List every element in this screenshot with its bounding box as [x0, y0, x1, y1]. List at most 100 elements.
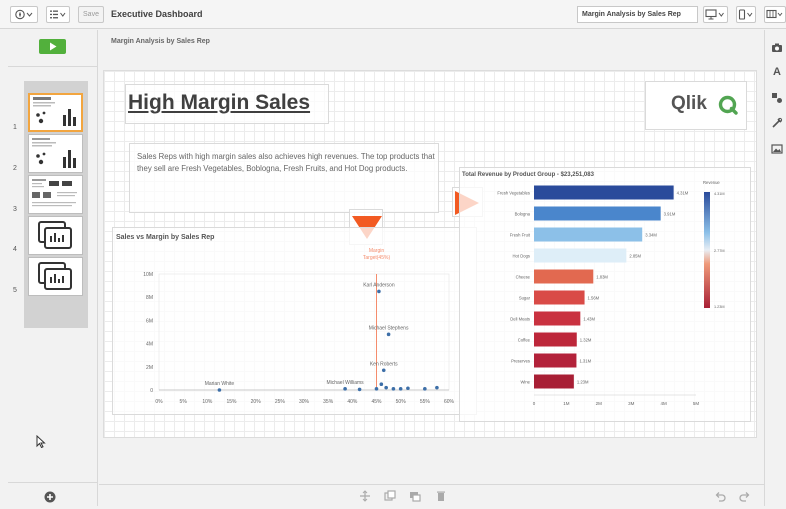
copy-icon[interactable]	[409, 490, 421, 502]
point-label: Ken Roberts	[370, 361, 398, 367]
sheet-thumbnail-2[interactable]	[28, 134, 83, 173]
scatter-chart: 0 2M 4M 6M 8M 10M 0% 5% 10% 15% 20% 25% 30% 35% 40% 45%…	[143, 248, 455, 405]
legend-label: 4.31M	[714, 192, 725, 196]
bar-category-label: Fresh Vegetables	[497, 191, 530, 196]
sheet-thumbnail-4[interactable]	[28, 216, 83, 255]
image-icon[interactable]	[771, 143, 783, 155]
sheet-heading: High Margin Sales	[128, 91, 311, 114]
qlik-logo-icon	[718, 95, 738, 115]
bar-category-label: Bologna	[515, 212, 531, 217]
sheet-number: 3	[13, 206, 17, 213]
scatter-point	[357, 387, 362, 392]
add-sheet-button[interactable]	[43, 490, 57, 504]
sheet-thumbnail-preview	[32, 179, 77, 207]
display-options-button[interactable]	[764, 6, 786, 23]
tools-icon[interactable]	[771, 117, 783, 129]
revenue-bar	[534, 332, 577, 347]
list-menu-button[interactable]	[46, 6, 70, 23]
screen-icon	[704, 9, 724, 20]
point-label: Michael Stephens	[369, 325, 409, 331]
bar-category-label: Deli Meats	[510, 317, 530, 322]
point-label: Karl Anderson	[363, 282, 395, 288]
bar-value-label: 4.31M	[677, 191, 689, 196]
title-text-object[interactable]: High Margin Sales	[125, 84, 329, 124]
point-label: Michael Williams	[326, 380, 364, 386]
sheet-placeholder-icon	[38, 221, 72, 249]
scatter-point	[379, 382, 384, 386]
logo-image-object[interactable]: Qlik	[645, 81, 747, 130]
x-tick-label: 5M	[693, 401, 700, 406]
x-tick-label: 40%	[347, 399, 358, 405]
sheet-canvas: High Margin Sales Qlik Sales Reps with h…	[103, 70, 757, 438]
revenue-bar	[534, 353, 577, 368]
x-tick-label: 35%	[323, 399, 334, 405]
device-preview-button[interactable]	[736, 6, 756, 23]
bottom-toolbar	[99, 484, 764, 506]
bar-chart: Fresh Vegetables 4.31M Bologna 3.91M Fresh F…	[497, 180, 725, 406]
x-tick-label: 15%	[226, 399, 237, 405]
bar-value-label: 1.23M	[577, 380, 589, 385]
legend-label: 1.23M	[714, 305, 725, 309]
list-icon	[50, 10, 66, 19]
plus-circle-icon	[44, 491, 56, 503]
sheet-thumbnail-1[interactable]	[28, 93, 83, 132]
scatter-point	[386, 332, 391, 337]
grid-display-icon	[766, 9, 783, 19]
bar-value-label: 3.34M	[645, 233, 657, 238]
sheet-thumbnail-preview	[33, 97, 76, 126]
redo-icon[interactable]	[739, 490, 751, 502]
move-icon[interactable]	[359, 490, 371, 502]
app-title: Executive Dashboard	[111, 9, 203, 19]
legend-label: 2.77M	[714, 249, 725, 253]
save-button[interactable]: Save	[78, 6, 104, 23]
bar-chart-object[interactable]: Total Revenue by Product Group - $23,251…	[459, 167, 751, 422]
sheet-placeholder-icon	[38, 262, 72, 290]
scatter-point	[406, 386, 410, 391]
play-icon	[49, 42, 56, 51]
revenue-bar	[534, 269, 594, 284]
x-tick-label: 55%	[420, 399, 431, 405]
divider	[8, 482, 97, 483]
x-tick-label: 4M	[660, 401, 667, 406]
present-play-button[interactable]	[39, 39, 66, 54]
revenue-bar	[534, 311, 581, 326]
x-tick-label: 25%	[275, 399, 286, 405]
present-mode-button[interactable]	[703, 6, 728, 23]
text-tool-icon[interactable]: A	[771, 66, 783, 78]
x-tick-label: 0%	[155, 399, 163, 405]
x-tick-label: 3M	[628, 401, 635, 406]
legend-title: Revenue	[703, 180, 720, 185]
mouse-pointer-icon	[36, 434, 46, 453]
bar-value-label: 3.91M	[664, 212, 676, 217]
shapes-icon[interactable]	[771, 92, 783, 104]
scatter-chart-object[interactable]: Sales vs Margin by Sales Rep 0 2M 4M 6M 8M 10…	[112, 227, 477, 415]
scatter-point	[381, 368, 386, 373]
bar-category-label: Wine	[520, 380, 530, 385]
y-tick-label: 0	[150, 388, 153, 394]
y-tick-label: 2M	[146, 365, 153, 371]
navigation-menu-button[interactable]	[10, 6, 38, 23]
bar-value-label: 2.85M	[629, 254, 641, 259]
bar-value-label: 1.56M	[588, 296, 600, 301]
legend-color-scale	[704, 192, 710, 308]
x-tick-label: 20%	[251, 399, 262, 405]
description-text-object[interactable]: Sales Reps with high margin sales also a…	[129, 143, 439, 213]
margin-target-label: Target(45%)	[363, 255, 391, 261]
duplicate-icon[interactable]	[384, 490, 396, 502]
x-tick-label: 2M	[596, 401, 603, 406]
x-tick-label: 5%	[180, 399, 188, 405]
scatter-point	[343, 387, 347, 391]
sheet-thumbnail-3[interactable]	[28, 175, 83, 214]
compass-icon	[15, 9, 33, 20]
scatter-point	[435, 385, 439, 390]
delete-icon[interactable]	[435, 490, 447, 502]
sheet-thumbnail-list	[24, 81, 88, 328]
undo-icon[interactable]	[714, 490, 726, 502]
x-tick-label: 60%	[444, 399, 455, 405]
camera-icon[interactable]	[771, 42, 783, 54]
divider	[8, 66, 97, 67]
top-toolbar: Save Executive Dashboard Margin Analysis…	[0, 0, 786, 29]
sheet-thumbnail-5[interactable]	[28, 257, 83, 296]
sheet-title: Margin Analysis by Sales Rep	[111, 38, 210, 45]
sheet-selector[interactable]: Margin Analysis by Sales Rep	[577, 6, 698, 23]
